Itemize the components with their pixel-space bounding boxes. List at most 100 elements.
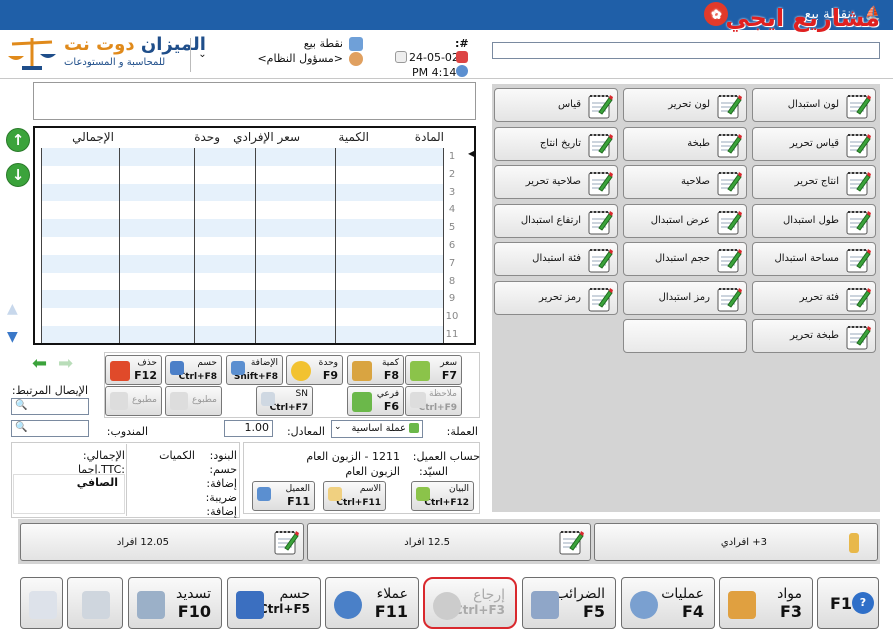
table-row[interactable] xyxy=(41,219,443,237)
quick-item-label: طول استبدال xyxy=(782,214,839,226)
drawer-button[interactable] xyxy=(20,577,63,629)
add-button[interactable]: الإضافة Shift+F8 xyxy=(226,355,283,385)
name-card-icon xyxy=(328,487,342,501)
table-row[interactable] xyxy=(41,237,443,255)
col-header-qty: الكمية xyxy=(338,130,369,144)
column-divider xyxy=(335,148,336,343)
barcode-input[interactable] xyxy=(492,42,880,59)
quick-item-label: تاريخ انتاج xyxy=(539,137,581,149)
note-button[interactable]: ملاحظة Ctrl+F9 xyxy=(405,386,462,416)
quick-item-empty-button[interactable] xyxy=(623,319,747,353)
header-dropdown-chevron-icon[interactable]: ⌄ xyxy=(190,38,214,72)
table-row[interactable] xyxy=(41,290,443,309)
printed-button-1[interactable]: مطبوع xyxy=(165,386,222,416)
receipt-input[interactable]: 🔍 xyxy=(11,398,89,415)
client-button[interactable]: العميل F11 xyxy=(252,481,315,511)
currency-select[interactable]: عملة اساسية ⌄ xyxy=(331,420,423,438)
quick-item-label: رمز استبدال xyxy=(658,291,710,303)
quick-item-label: قياس تحرير xyxy=(789,137,839,149)
operations-button[interactable]: عمليات F4 xyxy=(621,577,715,629)
quick-item-label: فئة تحرير xyxy=(799,291,839,303)
quick-item-button[interactable]: تاريخ انتاج xyxy=(494,126,618,161)
table-row[interactable] xyxy=(41,272,443,291)
rate-input[interactable]: 1.00 xyxy=(224,420,273,437)
taxes-button[interactable]: الضرائب F5 xyxy=(522,577,616,629)
logo-subtitle: للمحاسبة و المستودعات xyxy=(64,57,166,68)
quick-item-button[interactable]: لون استبدال xyxy=(752,88,876,122)
account-value: 1211 - الزبون العام xyxy=(306,450,400,463)
quick-item-button[interactable]: قياس تحرير xyxy=(752,126,876,161)
statement-button[interactable]: البيان Ctrl+F12 xyxy=(411,481,474,511)
qty-preset-3-button[interactable]: 12.05 افراد xyxy=(20,523,304,561)
receipt-label: الإيصال المرتبط: xyxy=(11,384,88,397)
quick-item-button[interactable]: قياس xyxy=(494,88,618,122)
table-row[interactable] xyxy=(41,148,443,166)
table-row[interactable] xyxy=(41,308,443,326)
notepad-icon xyxy=(587,208,613,236)
quick-item-button[interactable]: مساحة استبدال xyxy=(752,242,876,276)
table-row[interactable] xyxy=(41,165,443,184)
addition-sum-label: إضافة: xyxy=(206,477,237,490)
next-arrow-icon[interactable]: ➡ xyxy=(58,355,73,373)
table-row[interactable] xyxy=(41,183,443,202)
quick-item-button[interactable]: فئة استبدال xyxy=(494,242,618,276)
calendar-grid-icon xyxy=(395,51,407,63)
delete-x-icon xyxy=(110,361,130,381)
sn-button[interactable]: SN Ctrl+F7 xyxy=(256,386,313,416)
prev-arrow-icon[interactable]: ⬅ xyxy=(32,355,47,373)
return-button[interactable]: إرجاع Ctrl+F3 xyxy=(423,577,517,629)
quick-item-button[interactable]: رمز تحرير xyxy=(494,280,618,315)
items-grid[interactable]: المادة الكمية سعر الإفرادي وحدة الإجمالي… xyxy=(33,126,476,345)
scroll-up-icon[interactable]: ▲ xyxy=(7,302,23,316)
quick-item-button[interactable]: ارتفاع استبدال xyxy=(494,203,618,238)
delete-button[interactable]: حذف F12 xyxy=(105,355,162,385)
help-button[interactable]: F1? xyxy=(817,577,879,629)
quick-item-button[interactable]: طول استبدال xyxy=(752,203,876,238)
table-row[interactable] xyxy=(41,326,443,343)
discount-button[interactable]: حسم Ctrl+F5 xyxy=(227,577,321,629)
notepad-icon xyxy=(845,92,871,120)
notepad-icon xyxy=(273,528,299,556)
notepad-icon xyxy=(716,285,742,313)
discount-line-button[interactable]: حسم Ctrl+F8 xyxy=(165,355,222,385)
price-icon xyxy=(410,361,430,381)
clients-button[interactable]: عملاء F11 xyxy=(325,577,419,629)
print-button[interactable] xyxy=(67,577,123,629)
quick-item-button[interactable]: عرض استبدال xyxy=(623,203,747,238)
move-up-icon[interactable]: ↑ xyxy=(6,128,30,152)
settle-button[interactable]: تسديد F10 xyxy=(128,577,222,629)
quick-item-button[interactable]: طبخة تحرير xyxy=(752,319,876,353)
quick-item-button[interactable]: صلاحية xyxy=(623,165,747,199)
table-row[interactable] xyxy=(41,201,443,220)
qty-button[interactable]: كمية F8 xyxy=(347,355,404,385)
name-button[interactable]: الاسم Ctrl+F11 xyxy=(323,481,386,511)
help-icon: ? xyxy=(852,592,874,614)
user-icon xyxy=(349,52,363,66)
notepad-icon xyxy=(716,131,742,159)
check-icon xyxy=(170,392,188,410)
client-person-icon xyxy=(334,591,362,619)
qty-preset-2-button[interactable]: 12.5 افراد xyxy=(307,523,591,561)
sub-button[interactable]: فرعي F6 xyxy=(347,386,404,416)
quick-item-button[interactable]: حجم استبدال xyxy=(623,242,747,276)
quick-item-button[interactable]: صلاحية تحرير xyxy=(494,165,618,199)
quick-item-button[interactable]: انتاج تحرير xyxy=(752,165,876,199)
table-row[interactable] xyxy=(41,254,443,273)
qty-preset-1-button[interactable]: 3+ افرادي xyxy=(594,523,878,561)
materials-button[interactable]: مواد F3 xyxy=(719,577,813,629)
printed-button-2[interactable]: مطبوع xyxy=(105,386,162,416)
message-box xyxy=(33,82,476,120)
move-down-icon[interactable]: ↓ xyxy=(6,163,30,187)
unit-button[interactable]: وحدة F9 xyxy=(286,355,343,385)
quick-item-button[interactable]: رمز استبدال xyxy=(623,280,747,315)
scale-logo-icon xyxy=(8,38,56,70)
quick-item-button[interactable]: فئة تحرير xyxy=(752,280,876,315)
quick-item-button[interactable]: طبخة xyxy=(623,126,747,161)
rep-input[interactable]: 🔍 xyxy=(11,420,89,437)
row-number: 8 xyxy=(448,275,456,287)
scroll-down-icon[interactable]: ▼ xyxy=(7,330,23,344)
station-icon xyxy=(349,37,363,51)
quick-item-button[interactable]: لون تحرير xyxy=(623,88,747,122)
qty-sum-label: الكميات xyxy=(159,449,195,462)
price-button[interactable]: سعر F7 xyxy=(405,355,462,385)
